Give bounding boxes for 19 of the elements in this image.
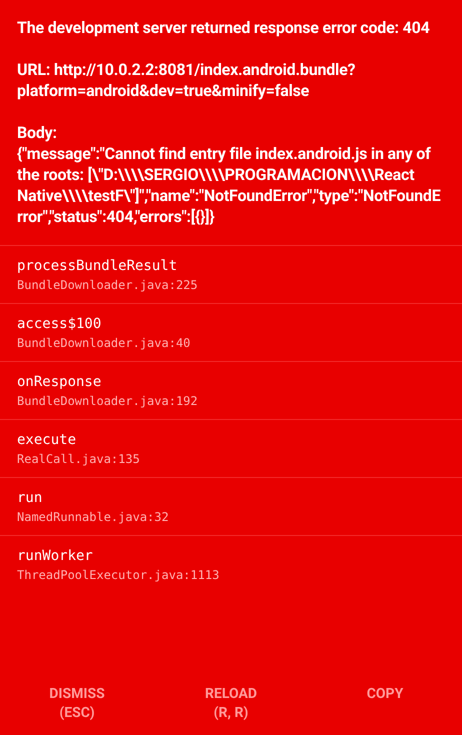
- action-button[interactable]: RELOAD (R, R): [197, 685, 265, 723]
- stack-method: execute: [17, 431, 76, 450]
- stack-method: runWorker: [17, 547, 93, 566]
- error-url: URL: http://10.0.2.2:8081/index.android.bundle?platform=android&dev=true&minify=false: [17, 59, 356, 101]
- error-body: {"message":"Cannot find entry file index.android.js in any of the roots: [\"D:\\\\SERGIO\\\\PROGRAMACION\\\\React Native\\\\testF\"]","name":"NotFoundError","type":"NotFoundError","status":404,"errors":[{}]}: [17, 143, 442, 227]
- action-button[interactable]: DISMISS (ESC): [41, 685, 113, 723]
- stack-method: access$100: [17, 315, 102, 334]
- stack-method: run: [17, 489, 42, 508]
- stack-method: processBundleResult: [17, 257, 178, 276]
- stack-file: BundleDownloader.java:40: [17, 335, 190, 352]
- stack-file: RealCall.java:135: [17, 451, 140, 468]
- stack-file: NamedRunnable.java:32: [17, 509, 169, 526]
- stack-file: BundleDownloader.java:192: [17, 393, 198, 410]
- error-title: The development server returned response error code: 404: [17, 17, 431, 38]
- action-button[interactable]: COPY: [358, 685, 412, 704]
- stack-method: onResponse: [17, 373, 102, 392]
- stack-file: BundleDownloader.java:225: [17, 277, 198, 294]
- body-label: Body:: [17, 122, 58, 143]
- stack-file: ThreadPoolExecutor.java:1113: [17, 567, 220, 584]
